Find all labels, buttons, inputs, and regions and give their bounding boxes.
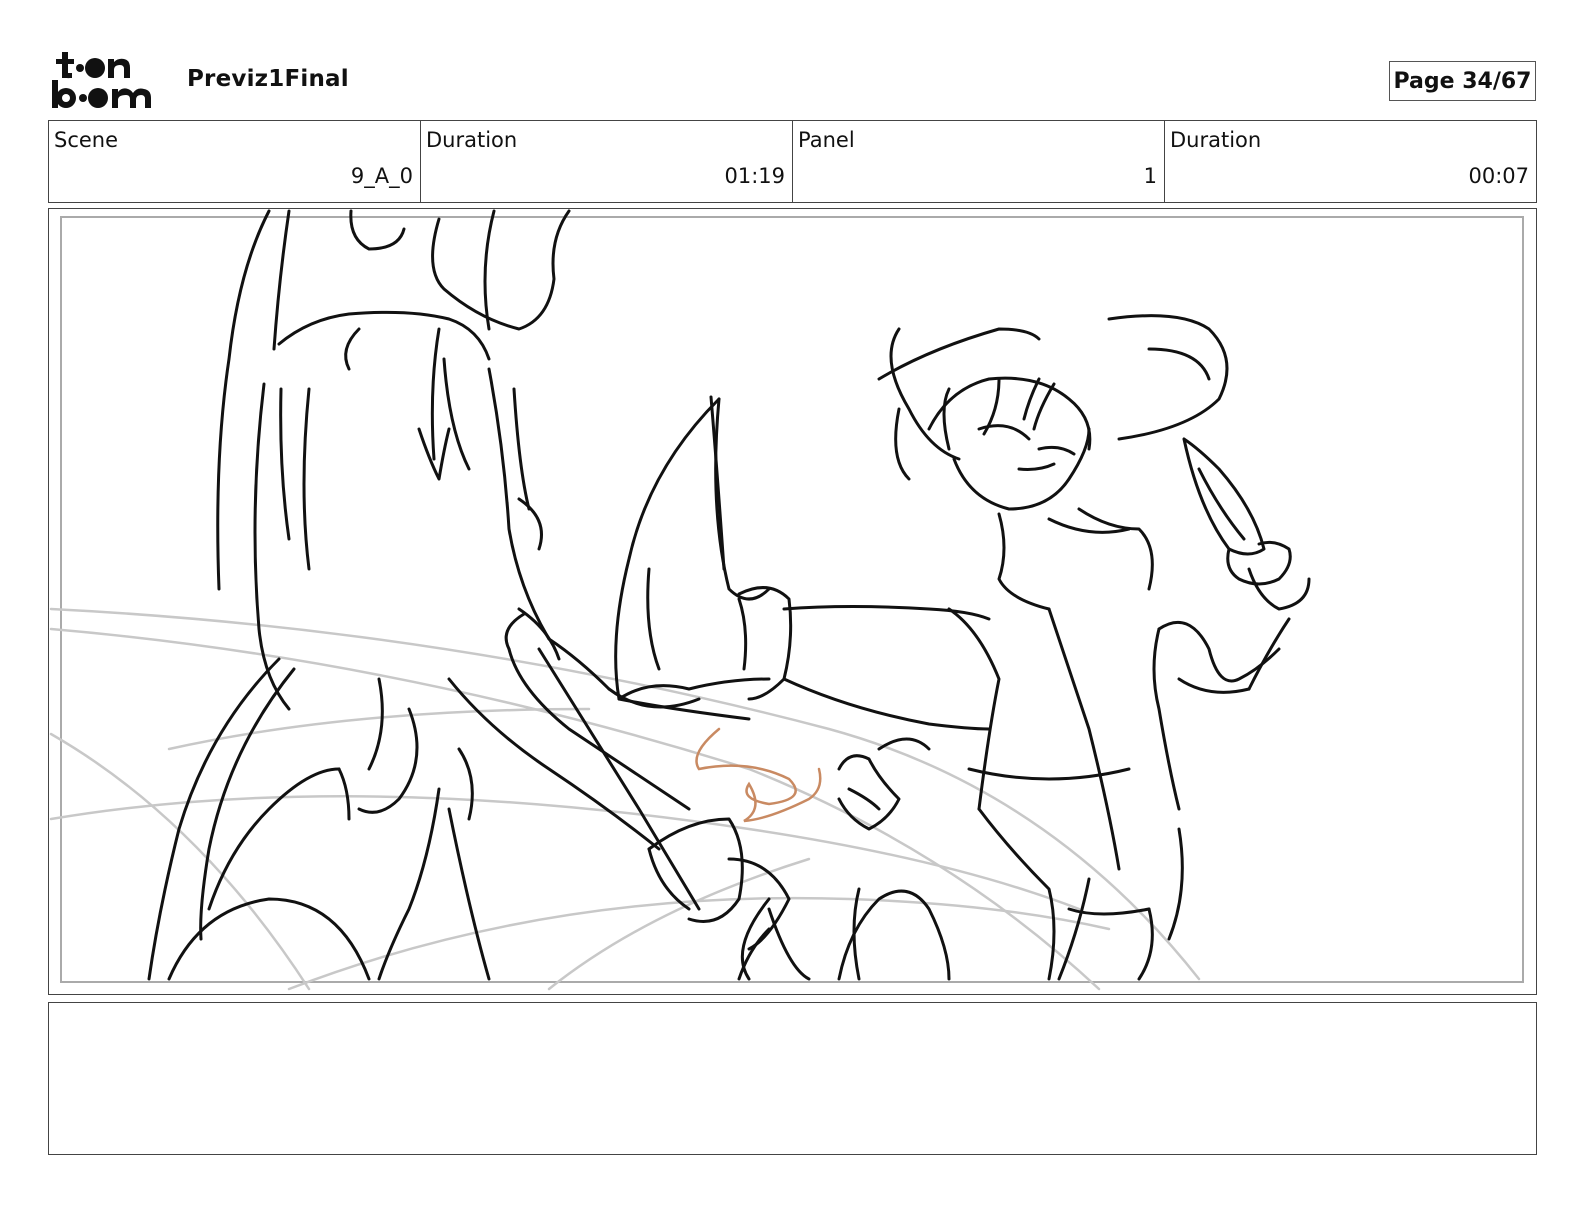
scene-duration-label: Duration: [426, 128, 518, 152]
panel-label: Panel: [798, 128, 855, 152]
storyboard-sketch-image: [49, 209, 1524, 991]
panel-duration-label: Duration: [1170, 128, 1262, 152]
storyboard-panel: [48, 208, 1537, 995]
panel-duration-value: 00:07: [1468, 164, 1529, 188]
scene-duration-cell: Duration 01:19: [421, 121, 793, 202]
scene-label: Scene: [54, 128, 119, 152]
toonboom-logo: [50, 50, 165, 112]
scene-cell: Scene 9_A_0: [49, 121, 421, 202]
panel-duration-cell: Duration 00:07: [1165, 121, 1536, 202]
page-indicator: Page 34/67: [1389, 61, 1536, 101]
project-title: Previz1Final: [187, 66, 349, 92]
safe-frame: [60, 216, 1524, 983]
panel-cell: Panel 1: [793, 121, 1165, 202]
fx-squiggle: [695, 727, 822, 823]
scene-duration-value: 01:19: [724, 164, 785, 188]
toonboom-logo-icon: [52, 52, 151, 108]
character-sketch: [147, 209, 1311, 981]
scene-value: 9_A_0: [350, 164, 413, 188]
panel-notes: [48, 1002, 1537, 1155]
panel-value: 1: [1143, 164, 1157, 188]
panel-info-table: Scene 9_A_0 Duration 01:19 Panel 1 Durat…: [48, 120, 1537, 203]
